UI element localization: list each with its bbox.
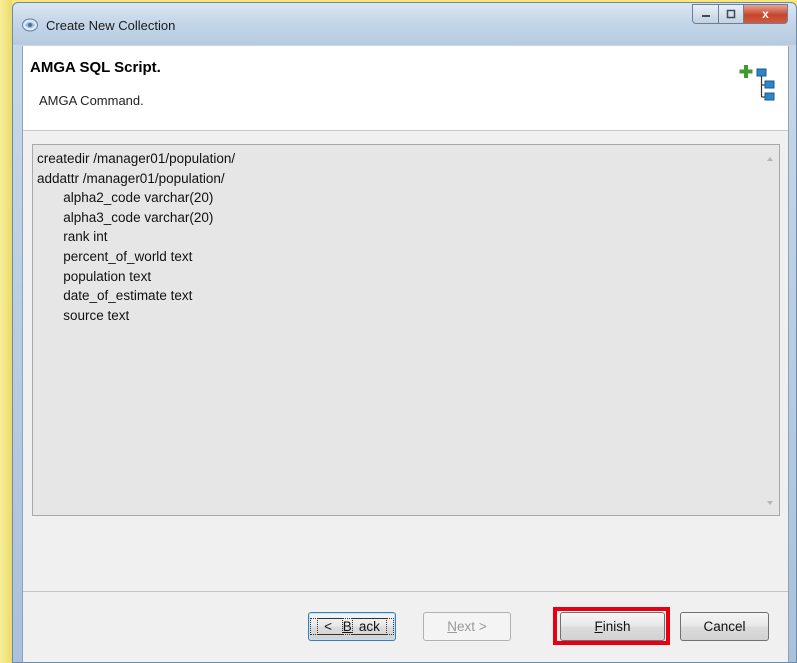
finish-mnemonic: F: [594, 619, 603, 634]
close-icon: x: [762, 7, 769, 21]
minimize-button[interactable]: [692, 4, 718, 24]
back-prefix: <: [317, 618, 343, 635]
wizard-header: AMGA SQL Script. AMGA Command.: [23, 46, 788, 131]
next-button[interactable]: Next >: [423, 612, 511, 641]
minimize-icon: [701, 15, 710, 17]
script-line: percent_of_world text: [37, 248, 193, 264]
back-label-rest: ack: [351, 618, 387, 635]
vertical-scrollbar[interactable]: [762, 145, 779, 515]
back-mnemonic: B: [342, 619, 352, 634]
script-line: date_of_estimate text: [37, 288, 193, 304]
background-strip: [0, 0, 12, 663]
script-line: addattr /manager01/population/: [37, 170, 225, 186]
scroll-down-icon[interactable]: [767, 501, 773, 505]
next-label-rest: ext: [457, 619, 476, 634]
wizard-content: AMGA SQL Script. AMGA Command. createdir…: [22, 46, 789, 662]
finish-button[interactable]: Finish: [560, 612, 665, 641]
next-mnemonic: N: [447, 619, 458, 634]
close-button[interactable]: x: [744, 4, 788, 24]
back-button-label: < Back: [310, 618, 394, 635]
maximize-icon: [726, 9, 736, 19]
back-button[interactable]: < Back: [308, 612, 396, 641]
script-line: alpha2_code varchar(20): [37, 190, 214, 206]
window-title: Create New Collection: [46, 18, 176, 33]
sql-script-text: createdir /manager01/population/addattr …: [37, 149, 235, 325]
footer-divider: [23, 591, 788, 592]
cancel-button[interactable]: Cancel: [680, 612, 769, 641]
cancel-button-label: Cancel: [703, 619, 746, 634]
next-suffix: >: [475, 619, 487, 634]
script-line: createdir /manager01/population/: [37, 151, 236, 166]
app-icon: [21, 18, 39, 32]
sql-script-textarea[interactable]: createdir /manager01/population/addattr …: [32, 144, 780, 516]
create-collection-window: Create New Collection x AMGA SQL Script.…: [12, 2, 797, 663]
add-tree-icon: [739, 65, 775, 101]
finish-label-rest: inish: [602, 619, 631, 634]
page-description: AMGA Command.: [39, 93, 144, 108]
title-bar[interactable]: Create New Collection x: [13, 3, 796, 45]
scroll-up-icon[interactable]: [767, 157, 773, 161]
page-title: AMGA SQL Script.: [30, 59, 161, 76]
finish-button-label: Finish: [594, 619, 630, 634]
script-line: alpha3_code varchar(20): [37, 209, 214, 225]
script-line: rank int: [37, 229, 108, 245]
script-line: population text: [37, 268, 152, 284]
maximize-button[interactable]: [718, 4, 744, 24]
next-button-label: Next >: [447, 619, 486, 634]
script-line: source text: [37, 307, 130, 323]
window-controls: x: [692, 4, 788, 26]
